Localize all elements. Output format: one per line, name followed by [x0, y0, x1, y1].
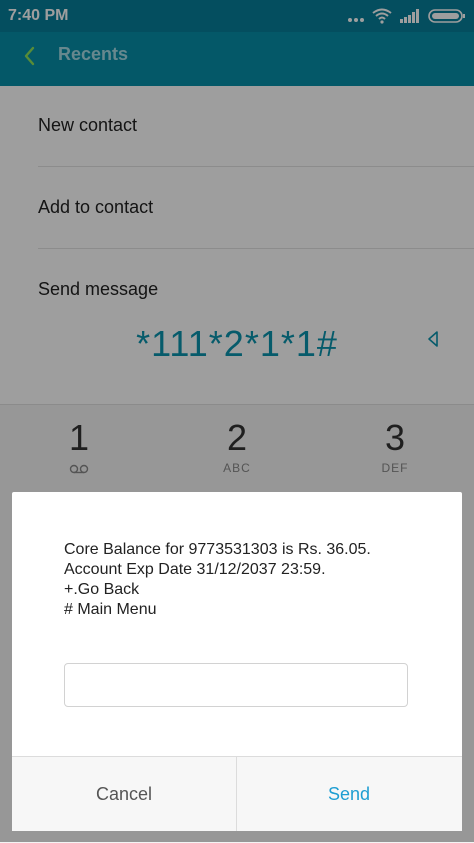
- message-line: # Main Menu: [64, 601, 157, 618]
- message-line: Core Balance for 9773531303 is Rs. 36.05…: [64, 541, 371, 558]
- dialog-actions: Cancel Send: [12, 756, 462, 831]
- reply-input[interactable]: [64, 663, 408, 707]
- cancel-button[interactable]: Cancel: [12, 757, 236, 831]
- ussd-dialog: Core Balance for 9773531303 is Rs. 36.05…: [12, 492, 462, 831]
- message-line: +.Go Back: [64, 581, 140, 598]
- message-line: Account Exp Date 31/12/2037 23:59.: [64, 561, 326, 578]
- ussd-message: Core Balance for 9773531303 is Rs. 36.05…: [64, 540, 371, 620]
- send-button[interactable]: Send: [237, 757, 461, 831]
